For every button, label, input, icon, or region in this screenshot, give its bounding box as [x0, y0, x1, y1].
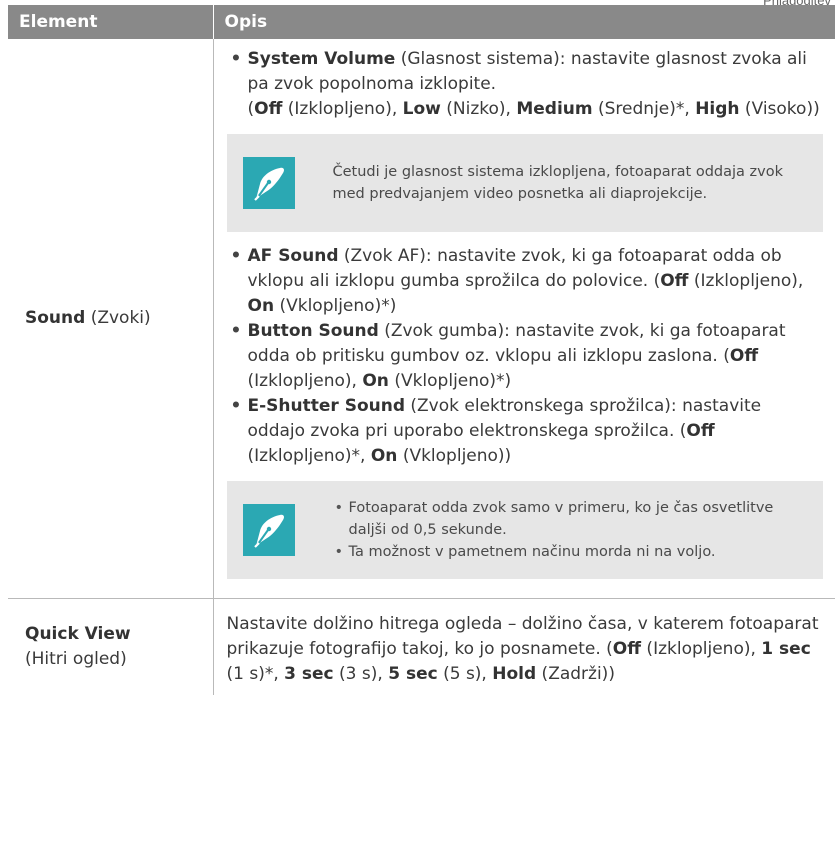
sound-label-cell: Sound (Zvoki): [8, 39, 214, 599]
sound-list-1: • System Volume (Glasnost sistema): nast…: [227, 47, 824, 122]
sound-label-rest: (Zvoki): [85, 308, 151, 328]
note-list-item: • Ta možnost v pametnem načinu morda ni n…: [334, 544, 716, 560]
quick-view-label-rest: (Hitri ogled): [25, 649, 127, 669]
quick-view-label-cell: Quick View (Hitri ogled): [8, 598, 214, 695]
sound-label-bold: Sound: [25, 308, 86, 328]
pen-nib-note-icon: [242, 504, 295, 556]
settings-table: Element Opis Sound (Zvoki) • System Volu…: [8, 5, 835, 695]
list-item-system-volume: • System Volume (Glasnost sistema): nast…: [230, 49, 820, 119]
note-text-1: Četudi je glasnost sistema izklopljena, …: [332, 164, 783, 202]
note-list-item: • Fotoaparat odda zvok samo v primeru, ko…: [334, 500, 774, 538]
note-box-2: • Fotoaparat odda zvok samo v primeru, ko…: [226, 481, 823, 579]
table-row-quick-view: Quick View (Hitri ogled) Nastavite dolži…: [8, 598, 835, 695]
list-item-button-sound: • Button Sound (Zvok gumba): nastavite z…: [230, 321, 786, 391]
note-box-1: Četudi je glasnost sistema izklopljena, …: [226, 134, 823, 232]
table-header-row: Element Opis: [8, 5, 835, 39]
header-description: Opis: [213, 5, 835, 39]
quick-view-description-cell: Nastavite dolžino hitrega ogleda – dolži…: [226, 614, 819, 684]
list-item-af-sound: • AF Sound (Zvok AF): nastavite zvok, ki…: [230, 246, 804, 316]
bullet: •: [230, 49, 242, 69]
table-row-sound: Sound (Zvoki) • System Volume (Glasnost …: [8, 39, 835, 599]
quick-view-label-bold: Quick View: [25, 624, 131, 644]
header-element: Element: [8, 5, 214, 39]
note-text-2: • Fotoaparat odda zvok samo v primeru, ko…: [333, 497, 812, 563]
sound-list-2: • AF Sound (Zvok AF): nastavite zvok, ki…: [227, 244, 824, 469]
sound-description-cell: • System Volume (Glasnost sistema): nast…: [213, 39, 835, 599]
list-item-eshutter-sound: • E-Shutter Sound (Zvok elektronskega sp…: [230, 396, 762, 466]
pen-nib-note-icon: [242, 157, 295, 209]
